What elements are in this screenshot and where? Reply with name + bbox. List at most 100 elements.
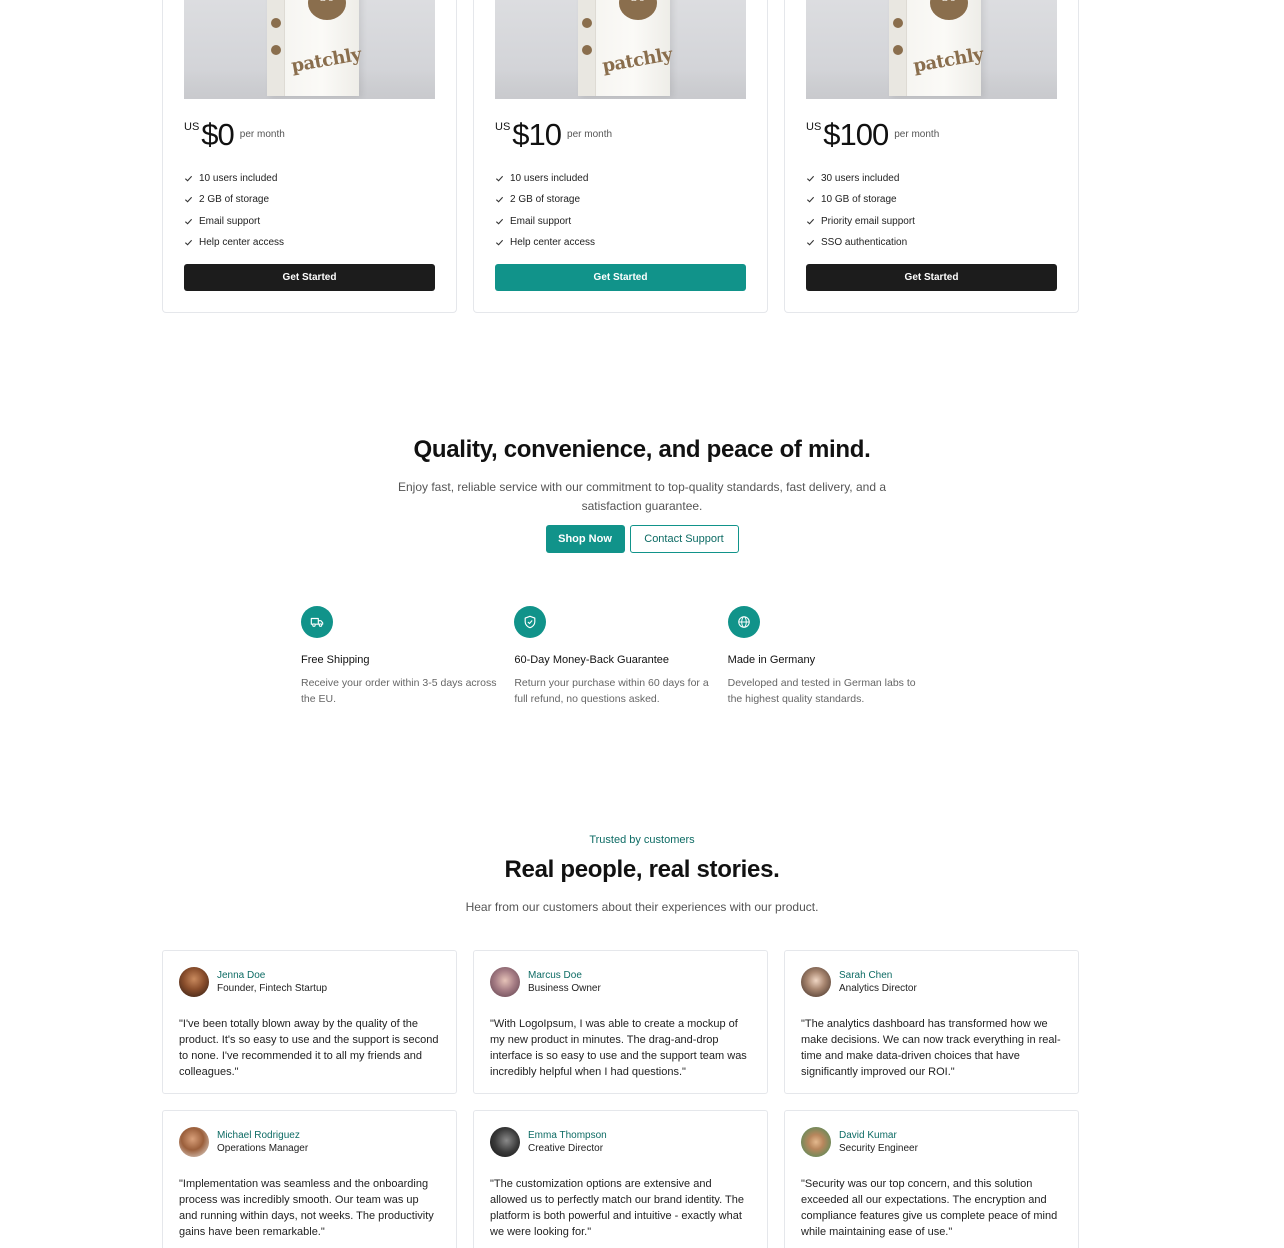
author-role: Business Owner [528, 983, 601, 994]
check-icon [184, 218, 193, 225]
author-name: David Kumar [839, 1130, 897, 1141]
check-icon [806, 239, 815, 246]
benefit-text: Developed and tested in German labs to t… [727, 677, 916, 705]
avatar [179, 1127, 209, 1157]
price: US $100 per month [806, 118, 939, 152]
feature-list: 10 users included 2 GB of storage Email … [495, 168, 595, 253]
feature-item: 2 GB of storage [495, 189, 595, 210]
testimonial-author: Emma Thompson Creative Director [490, 1127, 751, 1157]
check-icon [806, 176, 815, 182]
product-image: 30 patchly [184, 0, 435, 99]
product-brand-logo: patchly [600, 44, 674, 77]
get-started-button[interactable]: Get Started [806, 264, 1057, 291]
testimonials-title: Real people, real stories. [504, 856, 780, 883]
product-brand-logo: patchly [289, 44, 363, 77]
feature-item: Priority email support [806, 211, 915, 232]
feature-item: Help center access [495, 232, 595, 253]
price: US $0 per month [184, 118, 285, 152]
testimonial-card: Jenna Doe Founder, Fintech Startup "I've… [162, 950, 457, 1094]
author-name: Jenna Doe [217, 970, 266, 981]
feature-item: 10 GB of storage [806, 189, 915, 210]
check-icon [495, 218, 504, 225]
product-image: 30 patchly [495, 0, 746, 99]
feature-item: SSO authentication [806, 232, 915, 253]
benefit-title: 60-Day Money-Back Guarantee [514, 654, 670, 666]
price-currency: US [806, 121, 822, 133]
testimonial-author: Michael Rodriguez Operations Manager [179, 1127, 440, 1157]
testimonial-card: Marcus Doe Business Owner "With LogoIpsu… [473, 950, 768, 1094]
author-name: Emma Thompson [528, 1130, 607, 1141]
price-amount: $0 [201, 117, 234, 152]
author-name: Marcus Doe [528, 970, 582, 981]
feature-item: Help center access [184, 232, 284, 253]
get-started-button[interactable]: Get Started [184, 264, 435, 291]
product-seal: 30 [308, 0, 346, 20]
avatar [179, 967, 209, 997]
benefit-title: Made in Germany [727, 654, 816, 666]
testimonial-quote: "The customization options are extensive… [490, 1178, 744, 1238]
price-currency: US [495, 121, 511, 133]
price: US $10 per month [495, 118, 612, 152]
benefit-item: Made in Germany Developed and tested in … [727, 606, 941, 707]
testimonial-quote: "The analytics dashboard has transformed… [801, 1018, 1061, 1078]
quality-section: Quality, convenience, and peace of mind.… [0, 436, 1284, 553]
testimonial-quote: "With LogoIpsum, I was able to create a … [490, 1018, 747, 1078]
check-icon [806, 197, 815, 203]
avatar [801, 1127, 831, 1157]
testimonials-subtitle: Hear from our customers about their expe… [465, 900, 819, 914]
check-icon [184, 176, 193, 182]
feature-list: 30 users included 10 GB of storage Prior… [806, 168, 915, 253]
product-box: 30 patchly [267, 0, 363, 96]
shield-check-icon [514, 606, 547, 638]
check-icon [806, 218, 815, 225]
price-period: per month [567, 129, 613, 140]
cta-buttons: Shop Now Contact Support [0, 525, 1284, 553]
product-seal: 30 [930, 0, 968, 20]
product-brand-logo: patchly [911, 44, 985, 77]
price-amount: $100 [823, 117, 889, 152]
testimonial-quote: "I've been totally blown away by the qua… [179, 1018, 439, 1078]
avatar [490, 1127, 520, 1157]
benefit-text: Return your purchase within 60 days for … [514, 677, 709, 705]
price-period: per month [239, 129, 285, 140]
author-role: Founder, Fintech Startup [217, 983, 328, 994]
pricing-card-pro: 30 patchly US $100 per month 30 users in… [784, 0, 1079, 313]
check-icon [495, 239, 504, 246]
avatar [490, 967, 520, 997]
feature-item: Email support [495, 211, 595, 232]
benefits-list: Free Shipping Receive your order within … [301, 606, 941, 707]
get-started-button[interactable]: Get Started [495, 264, 746, 291]
testimonial-author: Jenna Doe Founder, Fintech Startup [179, 967, 440, 997]
testimonial-card: Sarah Chen Analytics Director "The analy… [784, 950, 1079, 1094]
contact-support-button[interactable]: Contact Support [629, 525, 739, 553]
benefit-item: Free Shipping Receive your order within … [301, 606, 514, 707]
author-role: Operations Manager [217, 1143, 309, 1154]
testimonials-header: Trusted by customers Real people, real s… [0, 834, 1284, 914]
price-currency: US [184, 121, 200, 133]
testimonial-card: Michael Rodriguez Operations Manager "Im… [162, 1110, 457, 1248]
pricing-section: 30 patchly US $0 per month 10 users incl… [162, 0, 1079, 313]
testimonial-author: Sarah Chen Analytics Director [801, 967, 1062, 997]
testimonial-card: Emma Thompson Creative Director "The cus… [473, 1110, 768, 1248]
author-name: Sarah Chen [839, 970, 893, 981]
benefit-item: 60-Day Money-Back Guarantee Return your … [514, 606, 727, 707]
product-box: 30 patchly [578, 0, 674, 96]
feature-list: 10 users included 2 GB of storage Email … [184, 168, 284, 253]
check-icon [495, 197, 504, 203]
feature-item: Email support [184, 211, 284, 232]
benefit-title: Free Shipping [301, 654, 370, 666]
testimonials-grid: Jenna Doe Founder, Fintech Startup "I've… [162, 950, 1079, 1248]
benefit-text: Receive your order within 3-5 days acros… [301, 677, 497, 705]
testimonial-author: Marcus Doe Business Owner [490, 967, 751, 997]
testimonial-author: David Kumar Security Engineer [801, 1127, 1062, 1157]
author-role: Creative Director [528, 1143, 604, 1154]
check-icon [184, 197, 193, 203]
globe-icon [727, 606, 760, 638]
feature-item: 2 GB of storage [184, 189, 284, 210]
product-seal: 30 [619, 0, 657, 20]
price-period: per month [894, 129, 940, 140]
shop-now-button[interactable]: Shop Now [545, 525, 625, 553]
feature-item: 10 users included [495, 168, 595, 189]
truck-icon [301, 606, 333, 638]
check-icon [495, 176, 504, 182]
